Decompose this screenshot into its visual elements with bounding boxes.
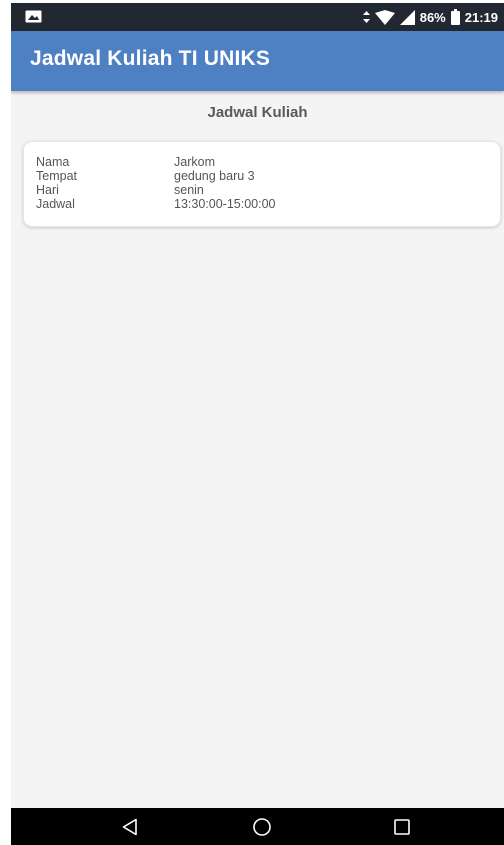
app-bar: Jadwal Kuliah TI UNIKS: [11, 31, 504, 91]
battery-percentage: 86%: [419, 9, 446, 25]
row-value: 13:30:00-15:00:00: [174, 197, 276, 211]
phone-screen: 86% 21:19 Jadwal Kuliah TI UNIKS Jadwal …: [11, 3, 504, 845]
row-label: Tempat: [36, 169, 77, 183]
app-title: Jadwal Kuliah TI UNIKS: [30, 47, 271, 70]
row-value: gedung baru 3: [174, 169, 255, 183]
back-icon: [122, 818, 137, 835]
back-button[interactable]: [100, 808, 160, 845]
clock: 21:19: [464, 9, 498, 25]
status-bar: 86% 21:19: [11, 3, 504, 31]
battery-icon: [450, 9, 460, 25]
row-label: Nama: [36, 155, 70, 169]
schedule-card[interactable]: Nama Jarkom Tempat gedung baru 3 Hari se…: [23, 141, 501, 227]
signal-icon: [399, 9, 415, 25]
row-label: Hari: [36, 183, 59, 197]
row-value: senin: [174, 183, 204, 197]
data-transfer-icon: [362, 11, 370, 23]
recents-button[interactable]: [372, 808, 432, 845]
section-heading: Jadwal Kuliah: [207, 104, 308, 121]
gallery-icon: [25, 10, 42, 23]
home-icon: [253, 817, 271, 836]
row-value: Jarkom: [174, 155, 215, 169]
recents-icon: [394, 818, 410, 835]
row-label: Jadwal: [36, 197, 75, 211]
home-button[interactable]: [232, 808, 292, 845]
wifi-icon: [374, 9, 395, 25]
navigation-bar: [11, 808, 504, 845]
status-icons: 86% 21:19: [362, 3, 498, 31]
